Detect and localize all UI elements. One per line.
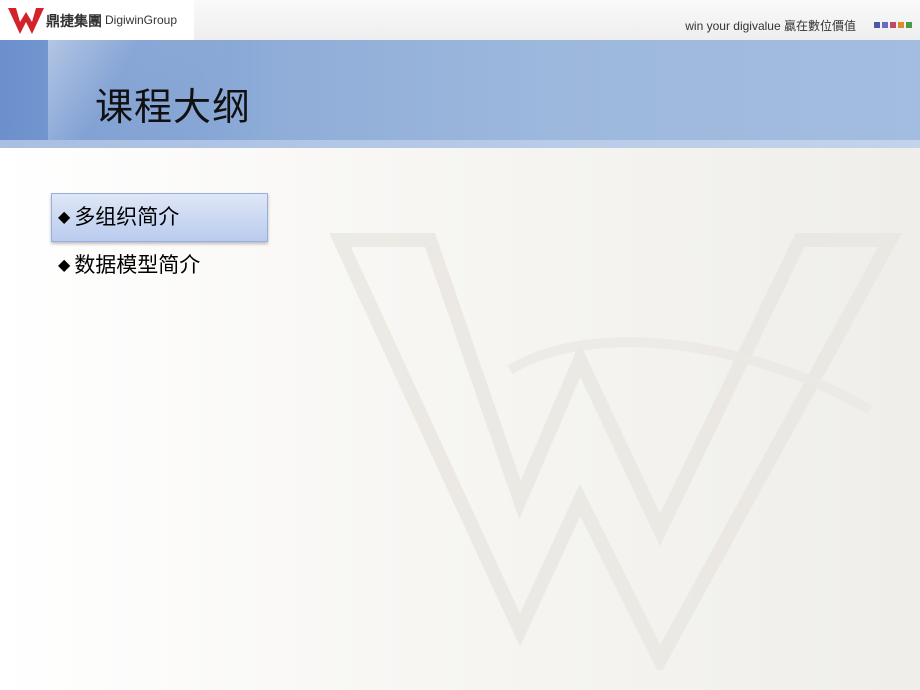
slogan-text: win your digivalue 贏在數位價值 [685, 19, 856, 33]
color-squares [874, 22, 912, 28]
square-5 [906, 22, 912, 28]
diamond-bullet-icon: ◆ [58, 206, 71, 226]
square-2 [882, 22, 888, 28]
logo-english-text: DigiwinGroup [105, 13, 178, 27]
logo-chinese-text: 鼎捷集團 [46, 14, 102, 30]
square-4 [898, 22, 904, 28]
digiwin-logo-icon [8, 8, 44, 34]
outline-item-label: 数据模型简介 [74, 253, 201, 277]
watermark-logo-icon [330, 233, 902, 670]
header-bar: 鼎捷集團 DigiwinGroup win your digivalue 贏在數… [0, 0, 920, 41]
diamond-bullet-icon: ◆ [58, 254, 71, 274]
company-logo: 鼎捷集團 DigiwinGroup [0, 0, 194, 40]
square-1 [874, 22, 880, 28]
outline-item-multi-org[interactable]: ◆ 多组织简介 [58, 201, 179, 231]
banner-stripe [0, 140, 920, 148]
page-title: 课程大纲 [95, 85, 252, 129]
outline-item-label: 多组织简介 [74, 205, 180, 229]
square-3 [890, 22, 896, 28]
outline-item-data-model[interactable]: ◆ 数据模型简介 [58, 249, 200, 279]
